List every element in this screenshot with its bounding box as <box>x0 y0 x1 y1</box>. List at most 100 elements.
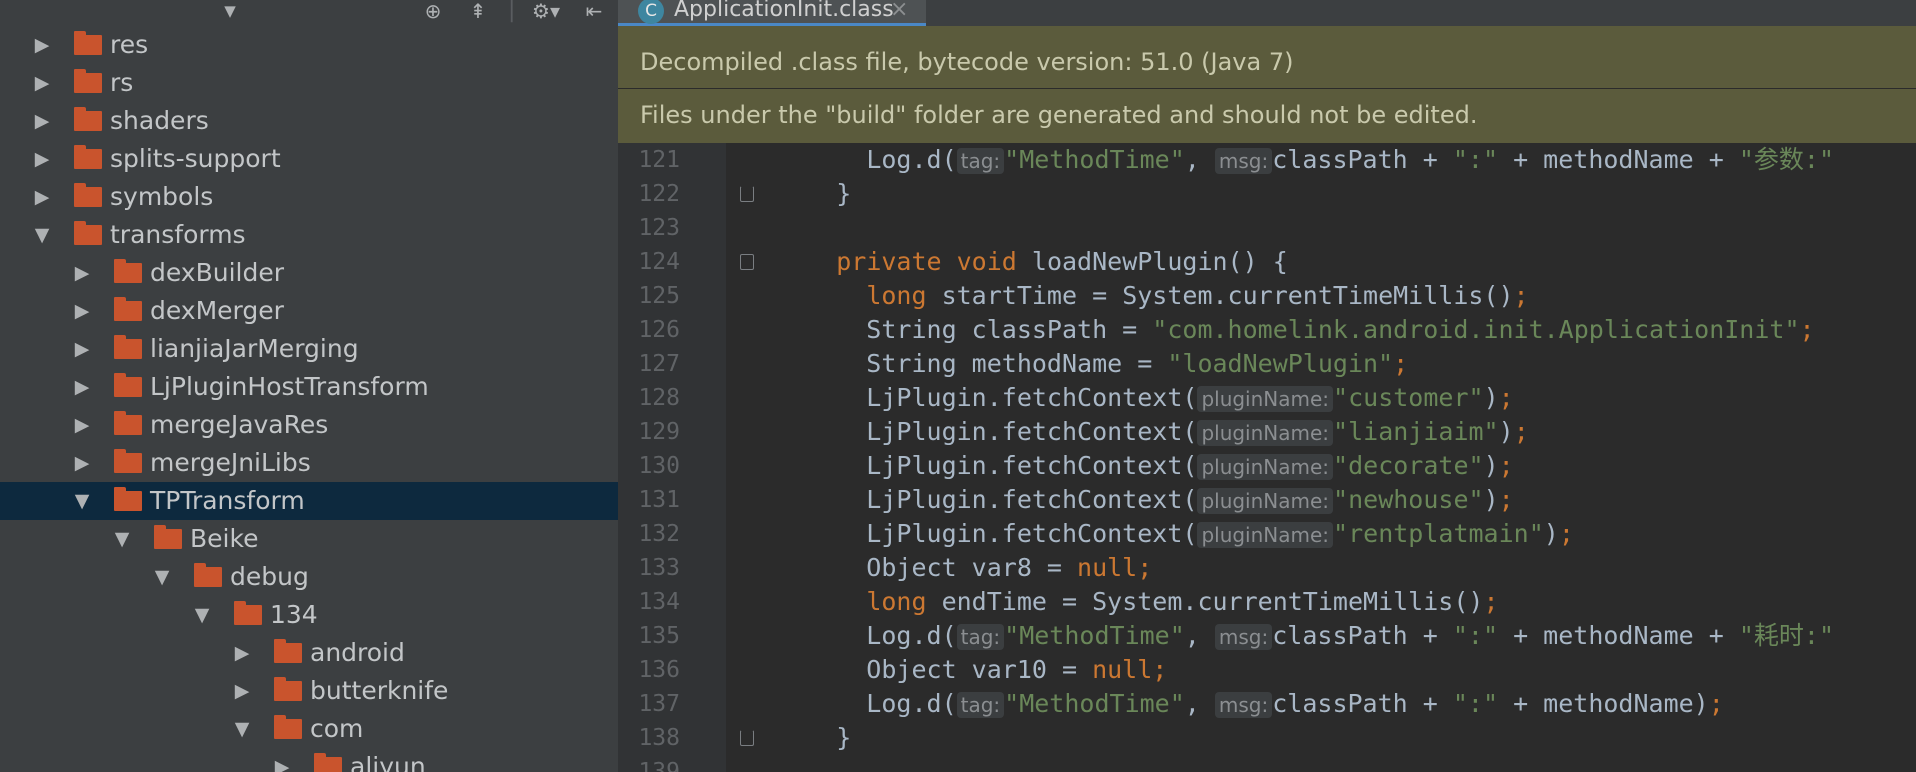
tab-application-init-class[interactable]: C ApplicationInit.class × <box>618 0 926 26</box>
code-area[interactable]: 121 Log.d(tag: "MethodTime", msg: classPat… <box>618 143 1916 772</box>
tab-title: ApplicationInit.class <box>674 0 894 22</box>
fold-start-icon[interactable] <box>740 254 754 270</box>
code-line[interactable]: 129 LjPlugin.fetchContext(pluginName: "li… <box>618 415 1916 449</box>
folder-icon <box>274 677 302 701</box>
keyword-token: null; <box>1092 655 1168 684</box>
code-text: Log.d(tag: "MethodTime", msg: classPath + … <box>776 619 1834 654</box>
tree-item-com[interactable]: ▼ com <box>0 710 618 748</box>
hide-panel-icon[interactable]: ⇤ <box>580 0 608 22</box>
line-number: 121 <box>638 147 680 173</box>
code-line[interactable]: 121 Log.d(tag: "MethodTime", msg: classPat… <box>618 143 1916 177</box>
code-line[interactable]: 127 String methodName = "loadNewPlugin"; <box>618 347 1916 381</box>
chevron-right-icon[interactable]: ▶ <box>30 64 54 102</box>
tree-item-label: dexMerger <box>150 296 284 325</box>
chevron-right-icon[interactable]: ▶ <box>230 634 254 672</box>
code-line[interactable]: 133 Object var8 = null; <box>618 551 1916 585</box>
tree-item-134[interactable]: ▼ 134 <box>0 596 618 634</box>
tree-item-ljpluginhosttransform[interactable]: ▶ LjPluginHostTransform <box>0 368 618 406</box>
line-number: 126 <box>638 317 680 343</box>
chevron-right-icon[interactable]: ▶ <box>70 368 94 406</box>
tree-item-dexmerger[interactable]: ▶ dexMerger <box>0 292 618 330</box>
chevron-right-icon[interactable]: ▶ <box>30 140 54 178</box>
string-literal: "参数:" <box>1738 145 1834 174</box>
chevron-down-icon[interactable]: ▼ <box>230 710 254 748</box>
close-icon[interactable]: × <box>890 0 908 23</box>
tree-item-label: dexBuilder <box>150 258 285 287</box>
code-line[interactable]: 122 } <box>618 177 1916 211</box>
code-text: String classPath = "com.homelink.android… <box>776 313 1814 347</box>
code-line[interactable]: 135 Log.d(tag: "MethodTime", msg: classPat… <box>618 619 1916 653</box>
chevron-right-icon[interactable]: ▶ <box>30 102 54 140</box>
code-line[interactable]: 132 LjPlugin.fetchContext(pluginName: "re… <box>618 517 1916 551</box>
parameter-hint: tag: <box>956 624 1005 650</box>
code-token: String classPath = <box>776 315 1153 344</box>
string-literal: "MethodTime" <box>1004 621 1185 650</box>
code-line[interactable]: 124 private void loadNewPlugin() { <box>618 245 1916 279</box>
chevron-down-icon[interactable]: ▼ <box>30 216 54 254</box>
chevron-right-icon[interactable]: ▶ <box>70 292 94 330</box>
line-number: 124 <box>638 249 680 275</box>
settings-icon[interactable]: ⚙▾ <box>524 0 568 22</box>
chevron-down-icon[interactable]: ▼ <box>150 558 174 596</box>
code-line[interactable]: 125 long startTime = System.currentTimeM… <box>618 279 1916 313</box>
fold-end-icon[interactable] <box>740 186 754 202</box>
code-line[interactable]: 139 <box>618 755 1916 772</box>
code-line[interactable]: 130 LjPlugin.fetchContext(pluginName: "de… <box>618 449 1916 483</box>
tree-item-res[interactable]: ▶ res <box>0 26 618 64</box>
code-line[interactable]: 137 Log.d(tag: "MethodTime", msg: classPat… <box>618 687 1916 721</box>
string-literal: "耗时:" <box>1738 621 1834 650</box>
tree-item-debug[interactable]: ▼ debug <box>0 558 618 596</box>
locate-icon[interactable]: ⊕ <box>420 0 446 22</box>
tree-item-android[interactable]: ▶ android <box>0 634 618 672</box>
chevron-right-icon[interactable]: ▶ <box>70 406 94 444</box>
tree-item-dexbuilder[interactable]: ▶ dexBuilder <box>0 254 618 292</box>
tree-item-aliyun[interactable]: ▶ aliyun <box>0 748 618 772</box>
keyword-token: null; <box>1077 553 1153 582</box>
keyword-token: long <box>866 587 942 616</box>
collapse-all-icon[interactable]: ⇞ <box>464 0 492 22</box>
code-line[interactable]: 131 LjPlugin.fetchContext(pluginName: "ne… <box>618 483 1916 517</box>
chevron-down-icon[interactable]: ▼ <box>70 482 94 520</box>
code-line[interactable]: 136 Object var10 = null; <box>618 653 1916 687</box>
chevron-right-icon[interactable]: ▶ <box>30 26 54 64</box>
tree-item-symbols[interactable]: ▶ symbols <box>0 178 618 216</box>
tree-item-splits-support[interactable]: ▶ splits-support <box>0 140 618 178</box>
fold-end-icon[interactable] <box>740 730 754 746</box>
project-tree-panel: ▼ ⊕ ⇞ | ⚙▾ ⇤ ▶ res ▶ rs ▶ shaders ▶ splits-supp… <box>0 0 618 772</box>
decompiled-notice-text: Decompiled .class file, bytecode version… <box>640 48 1294 76</box>
tree-item-shaders[interactable]: ▶ shaders <box>0 102 618 140</box>
dropdown-icon[interactable]: ▼ <box>218 0 242 22</box>
keyword-token: ; <box>1513 281 1529 310</box>
chevron-right-icon[interactable]: ▶ <box>70 254 94 292</box>
tree-item-lianjiajarmerging[interactable]: ▶ lianjiaJarMerging <box>0 330 618 368</box>
code-line[interactable]: 128 LjPlugin.fetchContext(pluginName: "cu… <box>618 381 1916 415</box>
chevron-right-icon[interactable]: ▶ <box>70 444 94 482</box>
tree-item-mergejnilibs[interactable]: ▶ mergeJniLibs <box>0 444 618 482</box>
tree-item-mergejavares[interactable]: ▶ mergeJavaRes <box>0 406 618 444</box>
tree-item-tptransform[interactable]: ▼ TPTransform <box>0 482 618 520</box>
chevron-right-icon[interactable]: ▶ <box>70 330 94 368</box>
tree-item-beike[interactable]: ▼ Beike <box>0 520 618 558</box>
keyword-token: ; <box>1498 451 1514 480</box>
code-line[interactable]: 123 <box>618 211 1916 245</box>
chevron-right-icon[interactable]: ▶ <box>30 178 54 216</box>
chevron-right-icon[interactable]: ▶ <box>230 672 254 710</box>
chevron-down-icon[interactable]: ▼ <box>110 520 134 558</box>
line-number: 128 <box>638 385 680 411</box>
code-token: ) <box>1543 519 1559 548</box>
tree-item-label: mergeJniLibs <box>150 448 311 477</box>
string-literal: "com.homelink.android.init.ApplicationIn… <box>1152 315 1800 344</box>
folder-icon <box>274 715 302 739</box>
tree-item-transforms[interactable]: ▼ transforms <box>0 216 618 254</box>
line-number: 137 <box>638 691 680 717</box>
tree-item-butterknife[interactable]: ▶ butterknife <box>0 672 618 710</box>
chevron-down-icon[interactable]: ▼ <box>190 596 214 634</box>
code-line[interactable]: 138 } <box>618 721 1916 755</box>
chevron-right-icon[interactable]: ▶ <box>270 748 294 772</box>
tree-item-rs[interactable]: ▶ rs <box>0 64 618 102</box>
code-line[interactable]: 134 long endTime = System.currentTimeMil… <box>618 585 1916 619</box>
code-token: endTime = System.currentTimeMillis() <box>941 587 1484 616</box>
code-token: , <box>1184 689 1215 718</box>
tree-item-label: splits-support <box>110 144 281 173</box>
code-line[interactable]: 126 String classPath = "com.homelink.and… <box>618 313 1916 347</box>
